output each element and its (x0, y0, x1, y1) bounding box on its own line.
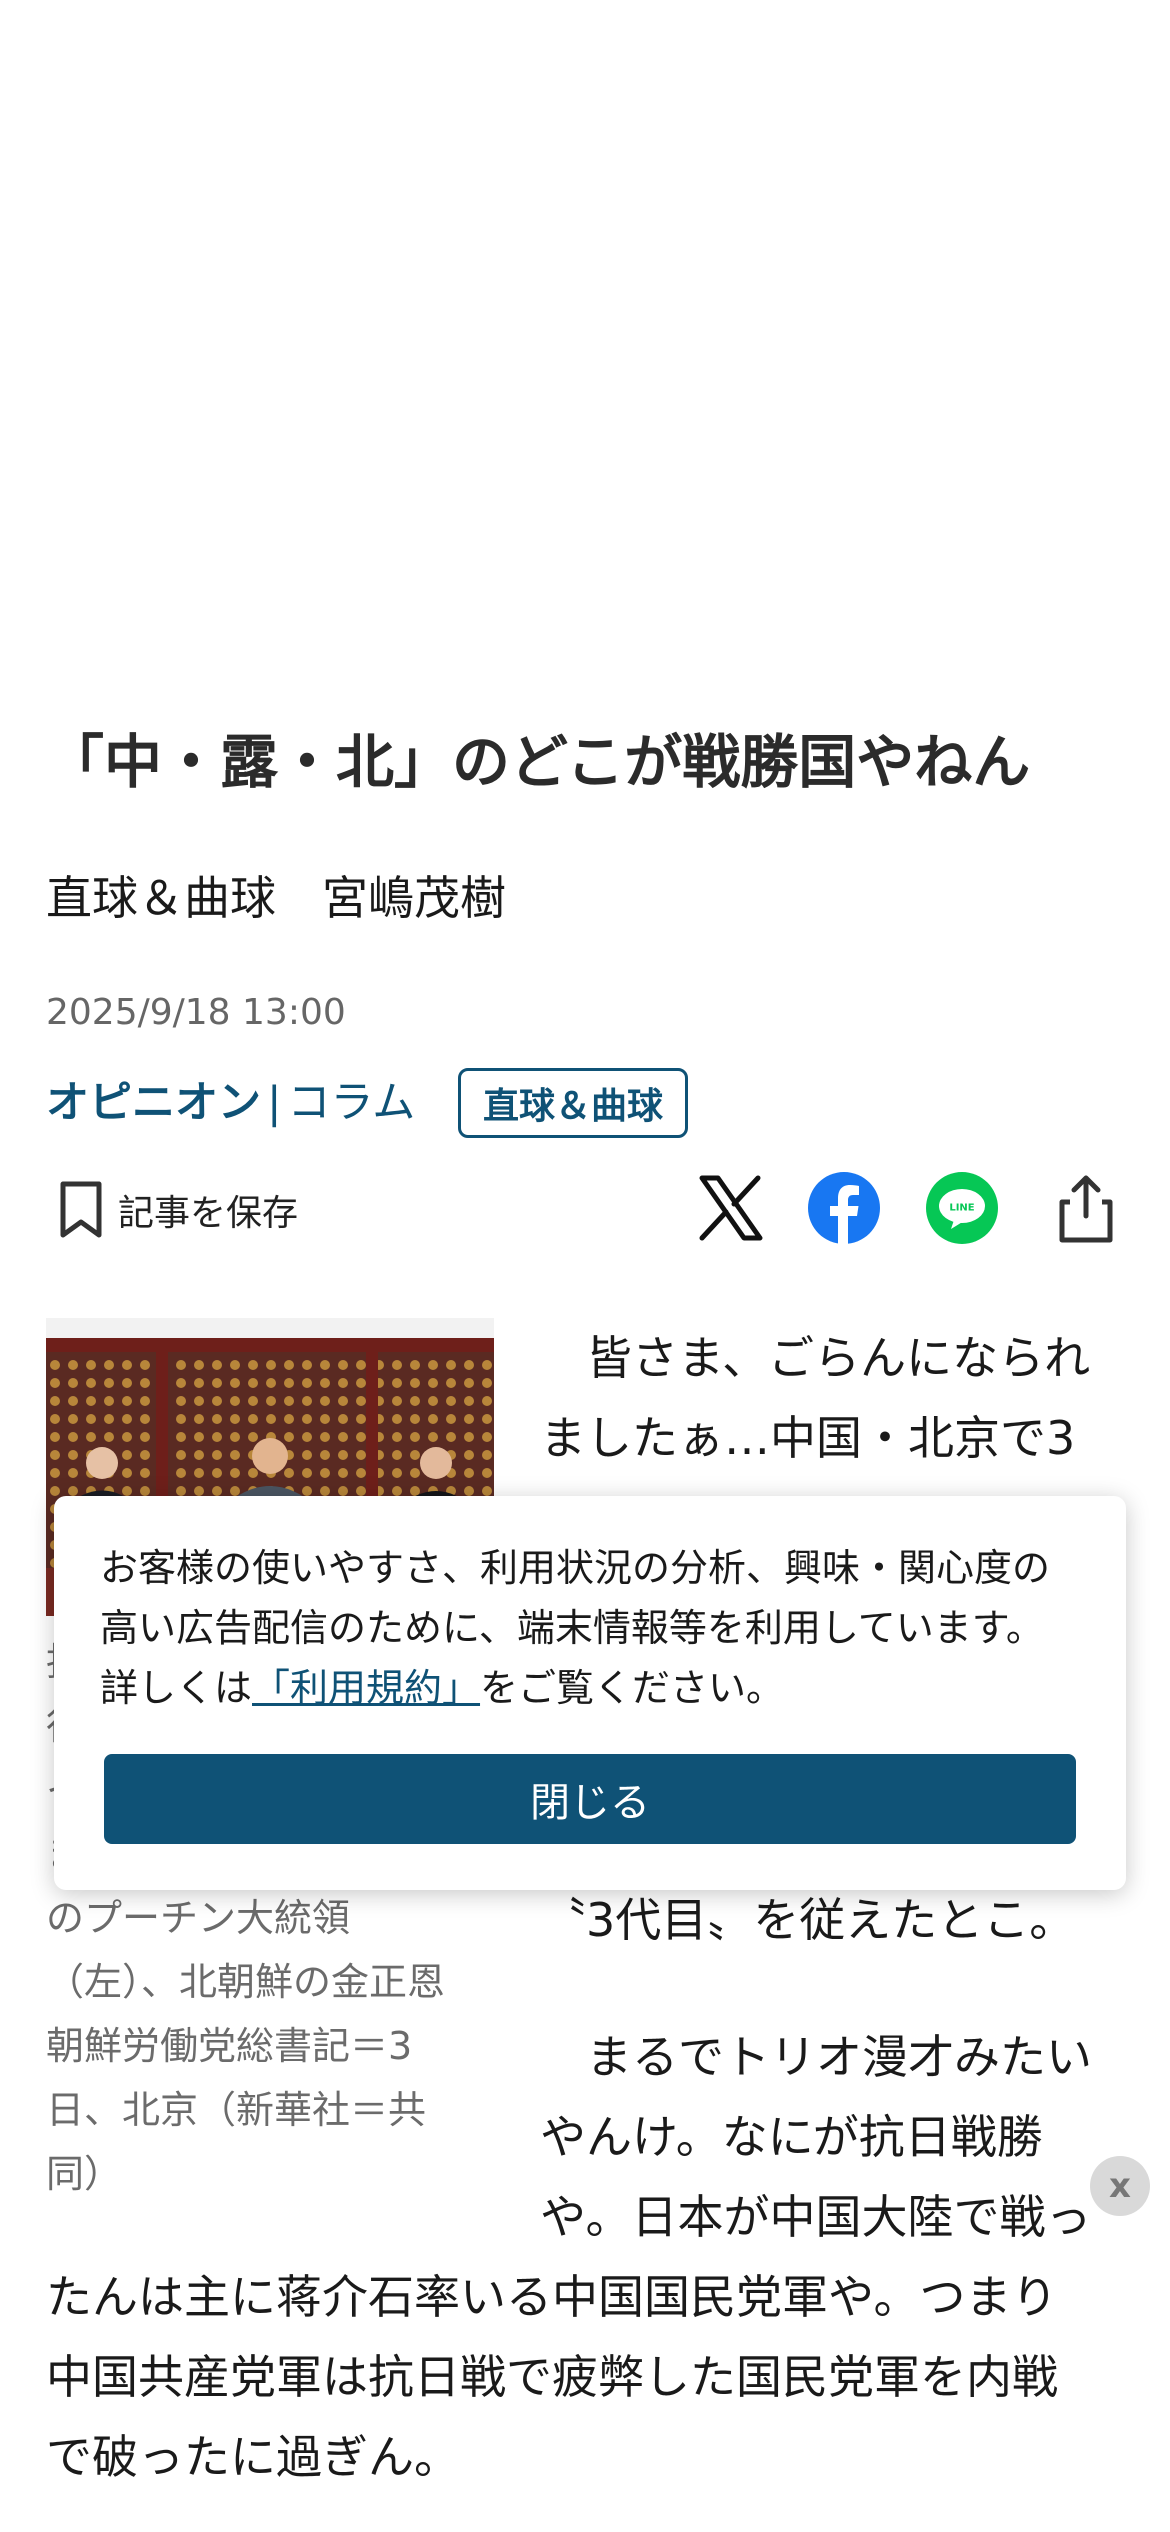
cookie-text-line: お客様の使いやすさ、利用状況の分析、興味・関心度の (100, 1546, 1051, 1590)
line-icon-label: LINE (949, 1203, 974, 1214)
paragraph-line: で破ったに過ぎん。 (46, 2430, 460, 2484)
cookie-consent-dialog: お客様の使いやすさ、利用状況の分析、興味・関心度の 高い広告配信のために、端末情… (54, 1496, 1126, 1890)
cookie-close-button[interactable]: 閉じる (104, 1754, 1076, 1844)
caption-line: 日、北京（新華社＝共 (46, 2088, 427, 2132)
cookie-text-post: をご覧ください。 (480, 1666, 785, 1710)
paragraph-line: たんは主に蒋介石率いる中国国民党軍や。つまり (46, 2270, 1058, 2324)
category-separator: | (267, 1078, 282, 1128)
caption-line: 朝鮮労働党総書記＝3 (46, 2024, 413, 2068)
caption-line: 同） (46, 2152, 123, 2196)
article-byline: 直球＆曲球 宮嶋茂樹 (46, 871, 506, 925)
series-tag[interactable]: 直球＆曲球 (458, 1068, 688, 1138)
paragraph-line: 〝3代目〟を従えたとこ。 (540, 1893, 1076, 1947)
share-button[interactable] (1048, 1170, 1124, 1246)
paragraph-line: やんけ。なにが抗日戦勝 (540, 2110, 1043, 2164)
dismiss-overlay-button[interactable]: x (1090, 2156, 1150, 2216)
category-column-link[interactable]: コラム (288, 1078, 416, 1128)
category-opinion-link[interactable]: オピニオン (46, 1078, 261, 1128)
save-article-button[interactable]: 記事を保存 (58, 1180, 298, 1240)
line-icon: LINE (926, 1172, 998, 1244)
terms-of-use-link[interactable]: 「利用規約」 (252, 1666, 480, 1710)
category-breadcrumb: オピニオン | コラム (46, 1068, 415, 1130)
cookie-text-line: 高い広告配信のために、端末情報等を利用しています。 (100, 1606, 1044, 1650)
article-paragraph-1: 皆さま、ごらんになられ ましたぁ…中国・北京で3 (540, 1318, 1090, 1478)
facebook-icon (808, 1172, 880, 1246)
article-paragraph-3: たんは主に蒋介石率いる中国国民党軍や。つまり 中国共産党軍は抗日戦で疲弊した国民… (46, 2257, 1058, 2497)
bookmark-icon (60, 1181, 102, 1238)
cookie-text-pre: 詳しくは (100, 1666, 253, 1710)
ad-space (0, 0, 1170, 690)
facebook-share-button[interactable] (806, 1170, 882, 1246)
paragraph-line: ましたぁ…中国・北京で3 (540, 1411, 1076, 1465)
paragraph-line: まるでトリオ漫才みたい (540, 2030, 1092, 2084)
save-article-label: 記事を保存 (118, 1193, 299, 1234)
paragraph-line: や。日本が中国大陸で戦っ (540, 2190, 1092, 2244)
cookie-consent-text: お客様の使いやすさ、利用状況の分析、興味・関心度の 高い広告配信のために、端末情… (100, 1538, 1090, 1718)
cookie-text-line: 詳しくは「利用規約」をご覧ください。 (100, 1658, 1090, 1718)
paragraph-line: 皆さま、ごらんになられ (540, 1331, 1091, 1385)
caption-line: のプーチン大統領 (46, 1896, 351, 1940)
line-share-button[interactable]: LINE (924, 1170, 1000, 1246)
article-paragraph-2: まるでトリオ漫才みたい やんけ。なにが抗日戦勝 や。日本が中国大陸で戦っ (540, 2017, 1092, 2257)
x-icon (699, 1175, 763, 1241)
paragraph-line: 中国共産党軍は抗日戦で疲弊した国民党軍を内戦 (46, 2350, 1058, 2404)
share-icon (1059, 1175, 1113, 1243)
article-title: 「中・露・北」のどこが戦勝国やねん (46, 728, 1031, 796)
x-share-button[interactable] (692, 1170, 768, 1246)
caption-line: （左）、北朝鮮の金正恩 (46, 1960, 446, 2004)
article-date: 2025/9/18 13:00 (46, 992, 346, 1033)
